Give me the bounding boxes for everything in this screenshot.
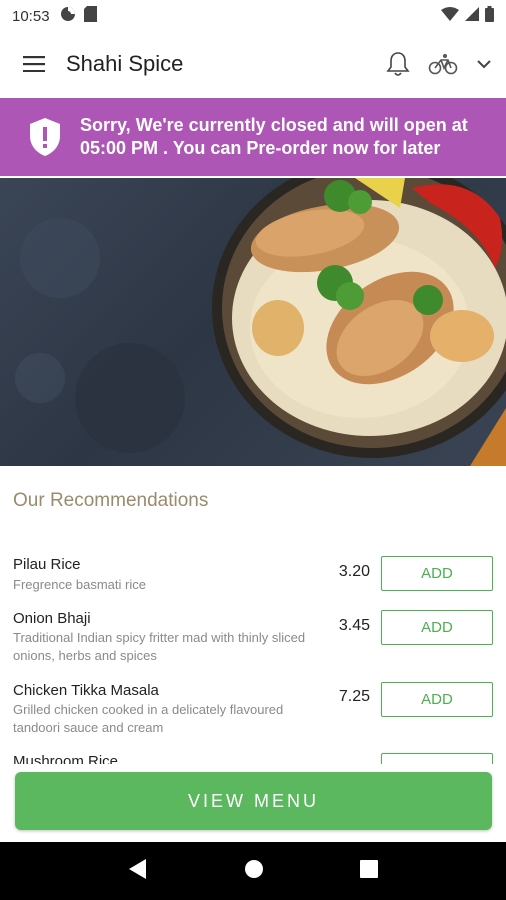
hero-food-image <box>0 178 506 466</box>
item-name: Pilau Rice <box>13 556 81 573</box>
home-icon[interactable] <box>244 859 264 884</box>
recommendation-list: Pilau Rice Fregrence basmati rice 3.20 A… <box>0 552 506 764</box>
data-saver-icon <box>60 6 76 26</box>
signal-icon <box>465 7 479 25</box>
item-description: Traditional Indian spicy fritter mad wit… <box>13 630 306 663</box>
cycling-icon[interactable] <box>428 53 458 75</box>
item-price: 3.45 <box>338 617 370 634</box>
hamburger-menu-icon[interactable] <box>14 44 54 84</box>
item-description: Grilled chicken cooked in a delicately f… <box>13 702 284 735</box>
status-bar: 10:53 <box>0 0 506 32</box>
status-time: 10:53 <box>12 7 50 25</box>
item-price: 3.20 <box>338 563 370 580</box>
item-name: Mushroom Rice <box>13 753 119 764</box>
section-title-recommendations: Our Recommendations <box>13 490 209 511</box>
shield-alert-icon <box>30 118 60 156</box>
add-button[interactable]: ADD <box>381 753 493 764</box>
battery-icon <box>485 6 494 26</box>
closed-banner: Sorry, We're currently closed and will o… <box>0 98 506 176</box>
system-nav-bar <box>0 842 506 900</box>
item-price: 7.25 <box>338 688 370 705</box>
back-icon[interactable] <box>128 858 148 885</box>
sd-card-icon <box>83 6 97 26</box>
item-name: Chicken Tikka Masala <box>13 682 159 699</box>
add-button[interactable]: ADD <box>381 556 493 591</box>
view-menu-button[interactable]: VIEW MENU <box>15 772 492 830</box>
app-bar: Shahi Spice <box>0 32 506 96</box>
wifi-icon <box>441 7 459 25</box>
item-name: Onion Bhaji <box>13 610 91 627</box>
bell-icon[interactable] <box>386 51 410 77</box>
chevron-down-icon[interactable] <box>476 59 492 69</box>
app-title: Shahi Spice <box>66 51 184 76</box>
recents-icon[interactable] <box>360 859 378 883</box>
add-button[interactable]: ADD <box>381 682 493 717</box>
item-description: Fregrence basmati rice <box>13 577 146 592</box>
add-button[interactable]: ADD <box>381 610 493 645</box>
closed-message: Sorry, We're currently closed and will o… <box>80 114 468 158</box>
